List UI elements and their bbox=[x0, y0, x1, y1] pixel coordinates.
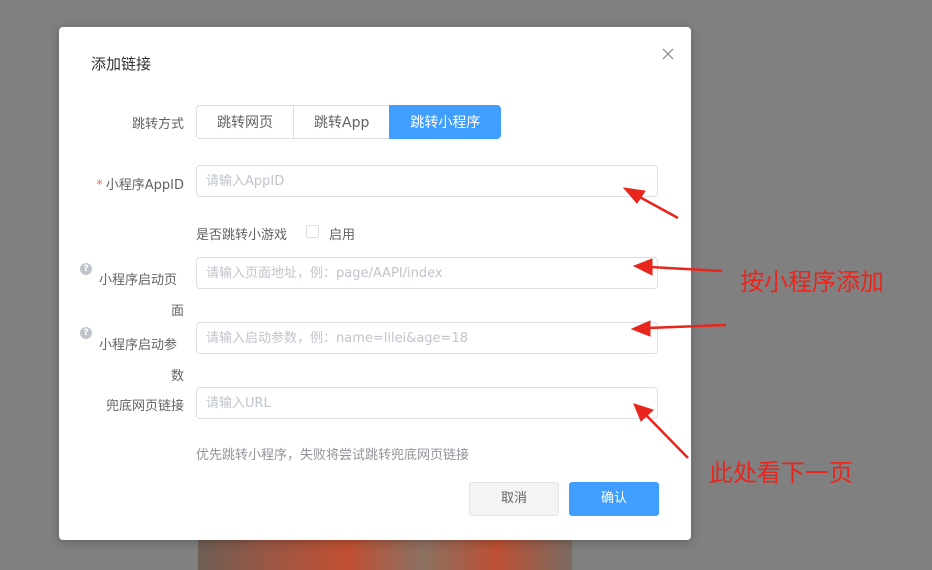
arrow-fallback bbox=[644, 413, 689, 459]
annotation-see-next-page: 此处看下一页 bbox=[709, 459, 853, 487]
annotation-add-by-miniprogram: 按小程序添加 bbox=[740, 268, 884, 296]
arrow-appid bbox=[635, 193, 679, 220]
arrow-start-params bbox=[647, 323, 727, 330]
arrow-start-page bbox=[649, 265, 723, 273]
